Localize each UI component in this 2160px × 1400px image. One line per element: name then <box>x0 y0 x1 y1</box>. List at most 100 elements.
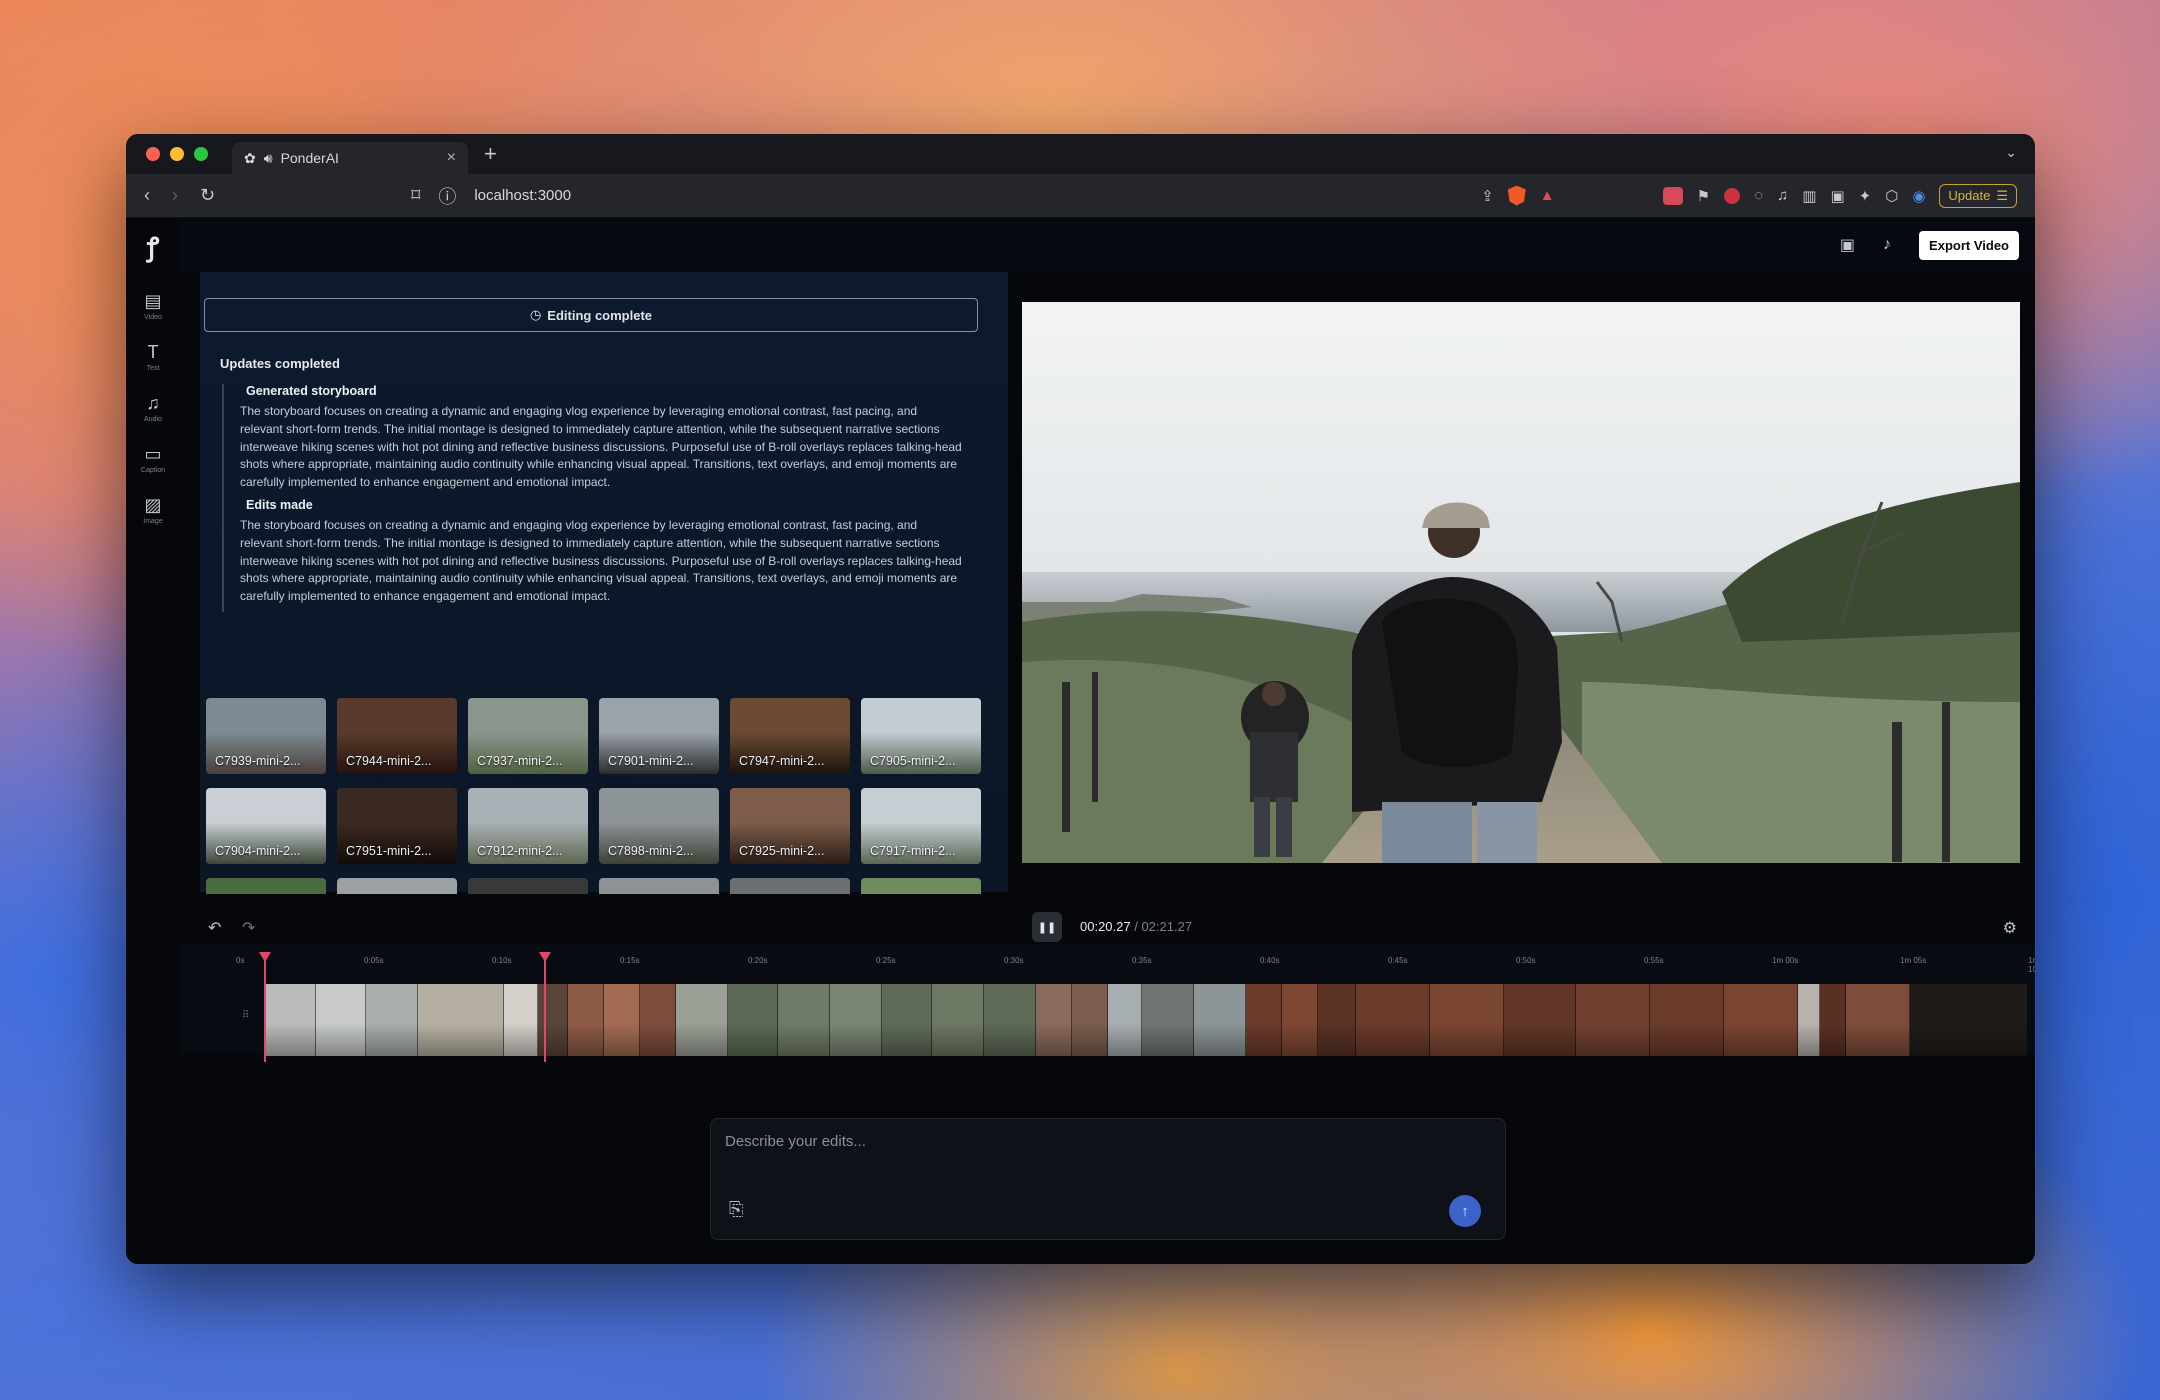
extension-record-icon[interactable] <box>1724 187 1741 204</box>
clip-thumbnail[interactable]: C7951-mini-2... <box>337 788 457 864</box>
timeline-clip[interactable] <box>778 984 830 1056</box>
back-icon[interactable]: ‹ <box>144 185 150 206</box>
clip-thumbnail[interactable] <box>730 878 850 894</box>
share-icon[interactable]: ⇪ <box>1481 187 1494 205</box>
tab-list-chevron-icon[interactable]: ⌄ <box>2005 144 2017 161</box>
clip-thumbnail[interactable] <box>206 878 326 894</box>
wallet-icon[interactable]: ▣ <box>1830 187 1844 205</box>
timeline-clip[interactable] <box>728 984 778 1056</box>
timeline-clip[interactable] <box>568 984 604 1056</box>
profile-icon[interactable]: ◉ <box>1912 187 1925 205</box>
timeline-clip[interactable] <box>984 984 1036 1056</box>
export-video-button[interactable]: Export Video <box>1919 230 2019 260</box>
speaker-icon[interactable]: 🔊︎ <box>264 150 273 167</box>
undo-icon[interactable]: ↶ <box>208 918 221 938</box>
timeline-clip[interactable] <box>830 984 882 1056</box>
maximize-window-button[interactable] <box>194 147 208 161</box>
timeline-clip[interactable] <box>418 984 504 1056</box>
timeline-clip[interactable] <box>1724 984 1798 1056</box>
settings-gear-icon[interactable]: ⚙ <box>2003 918 2017 938</box>
clip-thumbnail[interactable] <box>468 878 588 894</box>
update-button[interactable]: Update ☰ <box>1939 183 2017 208</box>
app-logo-icon[interactable]: ꝭ <box>147 228 159 264</box>
clip-thumbnail[interactable] <box>861 878 981 894</box>
timeline-ruler[interactable]: 0s 0:05s 0:10s 0:15s 0:20s 0:25s 0:30s 0:35s 0:4… <box>236 956 2035 974</box>
brave-shield-icon[interactable] <box>1507 185 1526 206</box>
timeline-clip[interactable] <box>1194 984 1246 1056</box>
minimize-window-button[interactable] <box>170 147 184 161</box>
timeline-clip[interactable] <box>1318 984 1356 1056</box>
save-icon[interactable]: ▣ <box>1840 235 1855 255</box>
clip-thumbnail[interactable]: C7898-mini-2... <box>599 788 719 864</box>
clip-thumbnail[interactable]: C7925-mini-2... <box>730 788 850 864</box>
clip-thumbnail[interactable]: C7904-mini-2... <box>206 788 326 864</box>
puzzle-icon[interactable]: ✦ <box>1859 187 1872 205</box>
browser-tab[interactable]: ✿ 🔊︎ PonderAI × <box>232 142 468 174</box>
timeline[interactable]: 0s 0:05s 0:10s 0:15s 0:20s 0:25s 0:30s 0:35s 0:4… <box>180 944 2035 1062</box>
redo-icon[interactable]: ↷ <box>242 918 255 938</box>
extension-flag-icon[interactable]: ⚑ <box>1697 187 1710 205</box>
timeline-clip[interactable] <box>1576 984 1650 1056</box>
describe-edits-input[interactable] <box>725 1133 1445 1193</box>
track-drag-handle-icon[interactable]: ⠿ <box>242 1010 249 1021</box>
clip-thumbnail[interactable]: C7944-mini-2... <box>337 698 457 774</box>
rail-item-video[interactable]: ▤ Video <box>144 292 162 321</box>
timeline-clip[interactable] <box>676 984 728 1056</box>
timeline-clip[interactable] <box>1072 984 1108 1056</box>
site-info-icon[interactable]: ⓘ <box>438 183 456 209</box>
timeline-clip[interactable] <box>1820 984 1846 1056</box>
clip-thumbnail[interactable]: C7947-mini-2... <box>730 698 850 774</box>
timeline-clip[interactable] <box>1910 984 2027 1056</box>
playhead[interactable] <box>544 954 546 1062</box>
rail-item-caption[interactable]: ▭ Caption <box>141 445 165 474</box>
clip-thumbnail[interactable]: C7917-mini-2... <box>861 788 981 864</box>
reload-icon[interactable]: ↻ <box>200 185 215 206</box>
music-icon[interactable]: ♫ <box>1777 187 1788 204</box>
sidebar-icon[interactable]: ▥ <box>1802 187 1816 205</box>
timeline-clip[interactable] <box>1246 984 1282 1056</box>
video-preview[interactable] <box>1022 302 2020 863</box>
clip-thumbnail[interactable] <box>337 878 457 894</box>
timeline-clip[interactable] <box>1650 984 1724 1056</box>
timeline-clip[interactable] <box>640 984 676 1056</box>
clip-thumbnail[interactable]: C7939-mini-2... <box>206 698 326 774</box>
rail-item-audio[interactable]: ♫ Audio <box>144 394 162 423</box>
new-tab-button[interactable]: + <box>484 141 497 167</box>
timeline-clip[interactable] <box>1108 984 1142 1056</box>
timeline-clip[interactable] <box>1846 984 1910 1056</box>
timeline-clip[interactable] <box>366 984 418 1056</box>
playhead-start[interactable] <box>264 954 266 1062</box>
timeline-clip[interactable] <box>1142 984 1194 1056</box>
timeline-clip[interactable] <box>882 984 932 1056</box>
close-window-button[interactable] <box>146 147 160 161</box>
timeline-clip[interactable] <box>1430 984 1504 1056</box>
timeline-clip[interactable] <box>1282 984 1318 1056</box>
address-bar[interactable]: localhost:3000 <box>474 187 571 204</box>
rail-item-text[interactable]: T Text <box>147 343 160 372</box>
extension-red-icon[interactable] <box>1662 186 1683 205</box>
vpn-icon[interactable]: ⬡ <box>1885 187 1898 205</box>
video-track[interactable] <box>264 984 2027 1056</box>
send-button[interactable]: ↑ <box>1449 1195 1481 1227</box>
rail-item-image[interactable]: ▨ Image <box>143 496 162 525</box>
timeline-clip[interactable] <box>504 984 538 1056</box>
chat-icon[interactable]: ◌ <box>1754 187 1763 204</box>
clip-thumbnail[interactable]: C7901-mini-2... <box>599 698 719 774</box>
bookmark-icon[interactable]: ⌑ <box>411 185 420 206</box>
timeline-clip[interactable] <box>932 984 984 1056</box>
bell-icon[interactable]: ♪ <box>1883 236 1891 254</box>
timeline-clip[interactable] <box>538 984 568 1056</box>
clip-thumbnail[interactable]: C7905-mini-2... <box>861 698 981 774</box>
timeline-clip[interactable] <box>264 984 316 1056</box>
timeline-clip[interactable] <box>1036 984 1072 1056</box>
forward-icon[interactable]: › <box>172 185 178 206</box>
timeline-clip[interactable] <box>1504 984 1576 1056</box>
timeline-clip[interactable] <box>604 984 640 1056</box>
rewards-icon[interactable]: ▲ <box>1540 187 1555 204</box>
tab-close-button[interactable]: × <box>447 149 456 167</box>
timeline-clip[interactable] <box>316 984 366 1056</box>
pause-button[interactable]: ❚❚ <box>1032 912 1062 942</box>
attach-file-icon[interactable]: ⎘ <box>729 1199 743 1220</box>
timeline-clip[interactable] <box>1356 984 1430 1056</box>
clip-thumbnail[interactable]: C7912-mini-2... <box>468 788 588 864</box>
